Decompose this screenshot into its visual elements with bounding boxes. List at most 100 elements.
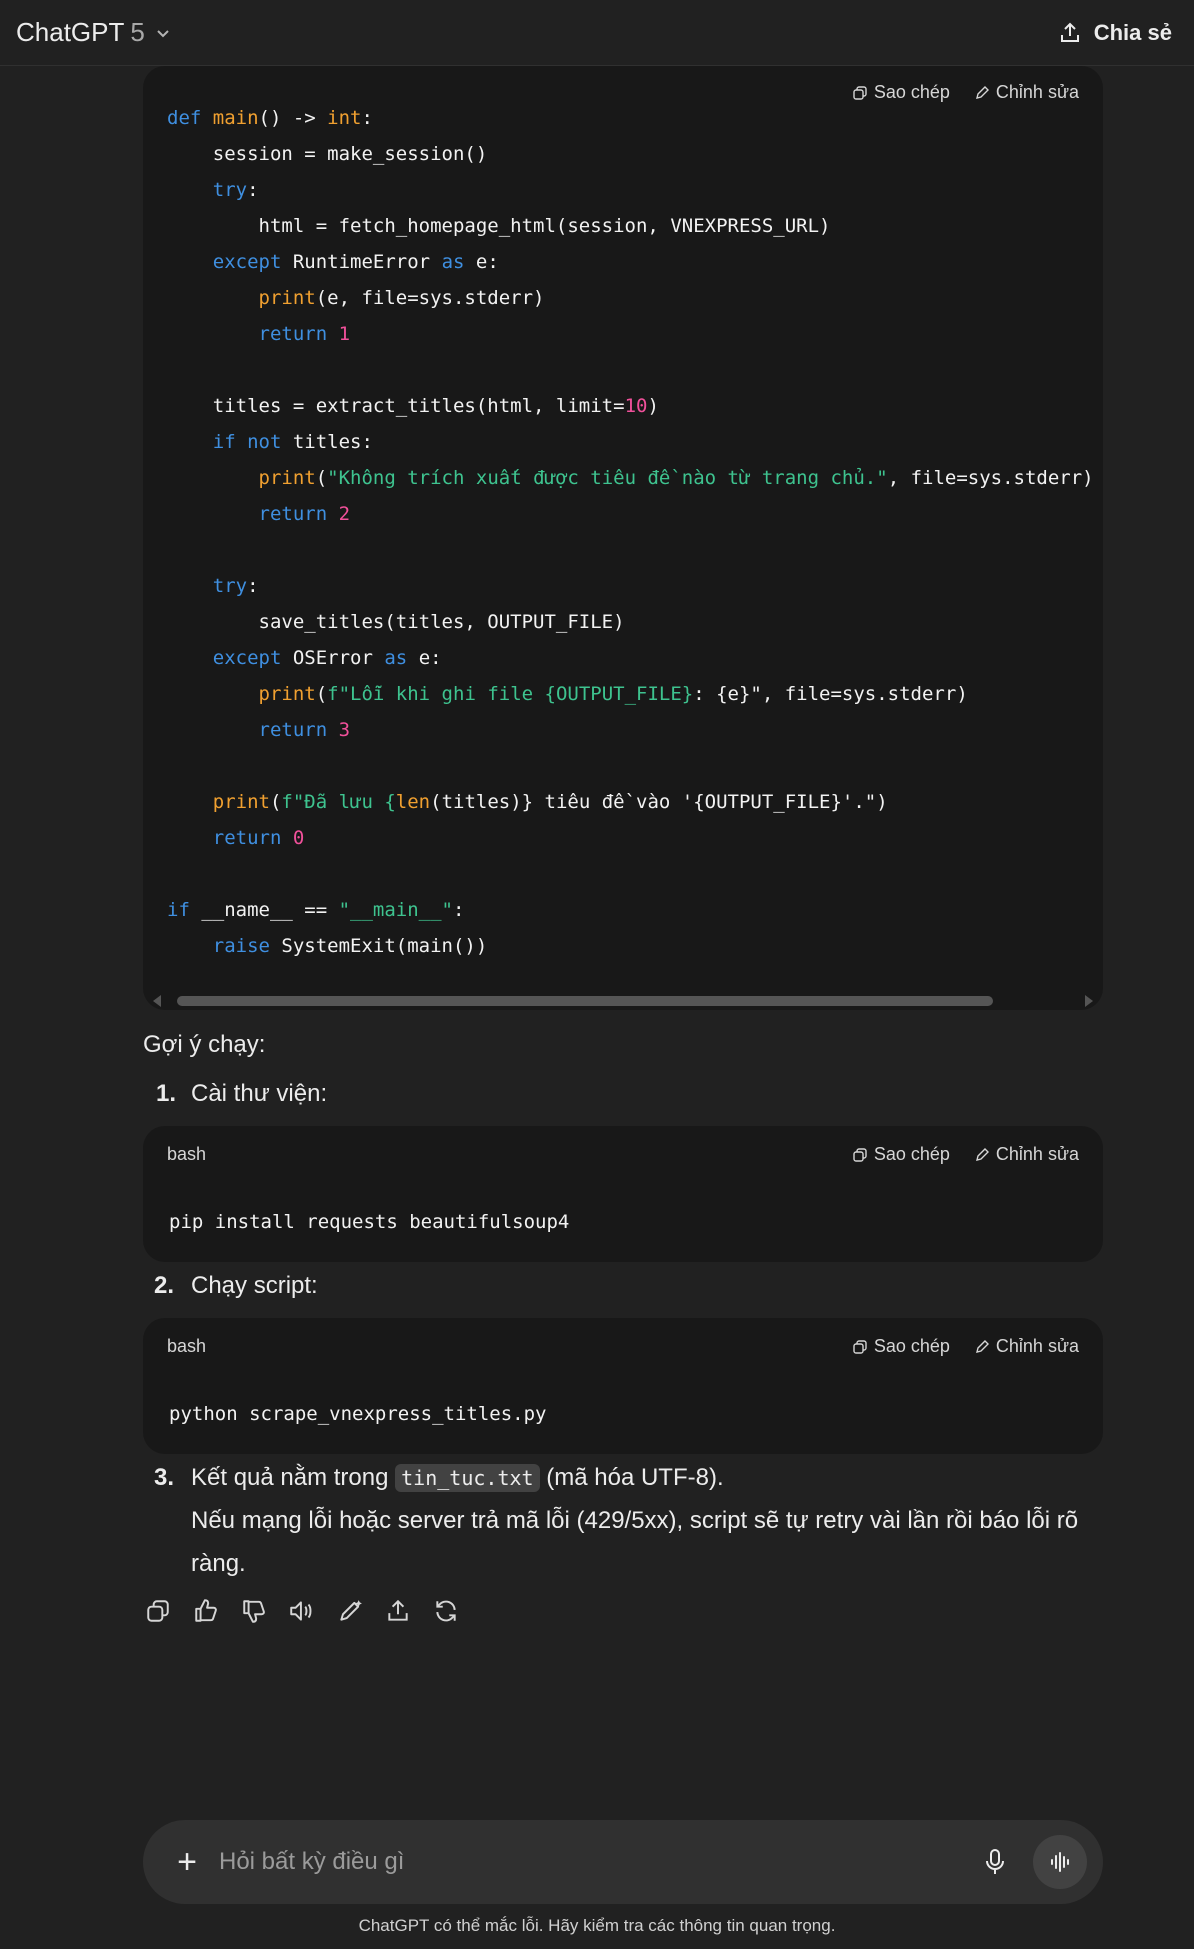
- step-3-number: 3.: [154, 1464, 175, 1491]
- code-token: if: [167, 899, 202, 921]
- regenerate-button[interactable]: [431, 1596, 461, 1626]
- thumbs-up-button[interactable]: [191, 1596, 221, 1626]
- copy-message-button[interactable]: [143, 1596, 173, 1626]
- code-token: , file=sys.stderr): [887, 467, 1094, 489]
- code-token: __name__ ==: [201, 899, 339, 921]
- code-token: print: [167, 287, 316, 309]
- code-actions: Sao chép Chỉnh sửa: [852, 1144, 1079, 1165]
- code-token: session = make_session(): [167, 143, 488, 165]
- disclaimer-text: ChatGPT có thể mắc lỗi. Hãy kiểm tra các…: [358, 1916, 836, 1935]
- scrollbar-thumb[interactable]: [177, 996, 993, 1006]
- voice-mode-button[interactable]: [1033, 1835, 1087, 1889]
- code-token: html = fetch_homepage_html(session, VNEX…: [167, 215, 831, 237]
- edit-label: Chỉnh sửa: [995, 1144, 1079, 1164]
- top-bar: ChatGPT 5 Chia sẻ: [0, 0, 1194, 66]
- code-line: except OSError as e:: [167, 640, 1094, 676]
- step-1-number: 1.: [156, 1080, 177, 1107]
- code-language-label: bash: [167, 1144, 207, 1164]
- copy-code-button[interactable]: Sao chép: [852, 1144, 950, 1165]
- code-token: return: [167, 323, 339, 345]
- regenerate-icon: [436, 1600, 456, 1622]
- suggest-heading: Gợi ý chạy:: [143, 1031, 266, 1058]
- code-token: :: [453, 899, 465, 921]
- code-token: () ->: [258, 107, 328, 129]
- code-token: print: [167, 467, 316, 489]
- thumbs-up-icon: [195, 1599, 217, 1622]
- share-button[interactable]: Chia sẻ: [1058, 20, 1172, 46]
- copy-label: Sao chép: [873, 1144, 950, 1164]
- code-token: e:: [407, 647, 442, 669]
- code-token: (: [315, 683, 328, 705]
- code-line: try:: [167, 172, 1094, 208]
- code-token: (: [269, 791, 282, 813]
- code-content: pip install requests beautifulsoup4: [169, 1211, 570, 1233]
- step-2-text: Chạy script:: [191, 1272, 318, 1299]
- code-token: main: [212, 107, 259, 129]
- code-line: if __name__ == "__main__":: [167, 892, 1094, 928]
- thumbs-down-button[interactable]: [239, 1596, 269, 1626]
- code-token: save_titles(titles, OUTPUT_FILE): [167, 611, 625, 633]
- code-line: return 0: [167, 820, 1094, 856]
- code-token: raise: [167, 935, 282, 957]
- code-token: (: [315, 467, 328, 489]
- code-line: raise SystemExit(main()): [167, 928, 1094, 964]
- edit-message-button[interactable]: [335, 1596, 365, 1626]
- share-message-button[interactable]: [383, 1596, 413, 1626]
- horizontal-scrollbar[interactable]: [143, 990, 1103, 1010]
- code-token: try: [167, 179, 248, 201]
- copy-label: Sao chép: [873, 1336, 950, 1356]
- code-token: except: [167, 251, 293, 273]
- scroll-left-arrow[interactable]: [153, 995, 161, 1007]
- code-token: 1: [338, 323, 351, 345]
- code-token: "__main__": [338, 899, 453, 921]
- code-token: f"Đã lưu {: [281, 791, 396, 813]
- code-block-run: bash Sao chép Chỉnh sửa python scrape_vn…: [143, 1318, 1103, 1454]
- copy-icon: [853, 85, 867, 100]
- code-line: except RuntimeError as e:: [167, 244, 1094, 280]
- message-actions: [143, 1596, 461, 1626]
- code-line: print(e, file=sys.stderr): [167, 280, 1094, 316]
- code-line: print(f"Đã lưu {len(titles)} tiêu đề vào…: [167, 784, 1094, 820]
- code-token: titles = extract_titles(html, limit=: [167, 395, 625, 417]
- code-token: return: [167, 719, 339, 741]
- share-message-icon: [388, 1599, 408, 1621]
- step-3-after: (mã hóa UTF-8).: [546, 1464, 724, 1491]
- model-version: 5: [130, 17, 145, 47]
- code-token: :: [361, 107, 373, 129]
- dictate-button[interactable]: [973, 1840, 1017, 1884]
- copy-icon: [853, 1339, 867, 1354]
- thumbs-down-icon: [243, 1600, 265, 1623]
- read-aloud-icon: [290, 1601, 312, 1621]
- code-token: :: [247, 179, 259, 201]
- copy-code-button[interactable]: Sao chép: [852, 1336, 950, 1357]
- code-token: return: [167, 827, 293, 849]
- code-token: e:: [464, 251, 499, 273]
- edit-code-button[interactable]: Chỉnh sửa: [974, 1144, 1079, 1165]
- code-line: return 1: [167, 316, 1094, 352]
- scroll-right-arrow[interactable]: [1085, 995, 1093, 1007]
- code-token: return: [167, 503, 339, 525]
- copy-icon: [853, 1147, 867, 1162]
- edit-icon: [975, 1147, 989, 1161]
- prompt-input[interactable]: [219, 1848, 973, 1876]
- code-token: def: [167, 107, 213, 129]
- chevron-down-icon: [157, 29, 169, 37]
- code-token: ): [647, 395, 659, 417]
- edit-code-button[interactable]: Chỉnh sửa: [974, 1336, 1079, 1357]
- code-token: titles:: [292, 431, 373, 453]
- code-content: python scrape_vnexpress_titles.py: [169, 1403, 547, 1425]
- code-line: session = make_session(): [167, 136, 1094, 172]
- read-aloud-button[interactable]: [287, 1596, 317, 1626]
- code-line: if not titles:: [167, 424, 1094, 460]
- step-3-before: Kết quả nằm trong: [191, 1464, 389, 1491]
- code-token: 2: [338, 503, 351, 525]
- plus-icon[interactable]: +: [169, 1843, 205, 1882]
- model-switcher[interactable]: ChatGPT 5: [16, 17, 171, 48]
- edit-icon: [975, 85, 989, 99]
- model-name: ChatGPT: [16, 17, 125, 47]
- mic-icon: [986, 1849, 1004, 1874]
- voice-mode-icon: [1051, 1852, 1069, 1872]
